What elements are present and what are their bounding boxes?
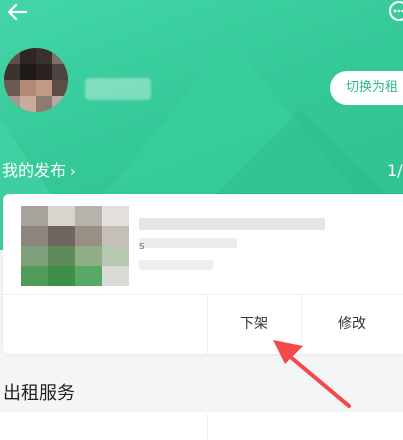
listing-stray-char: s bbox=[139, 239, 145, 252]
listing-title-redacted bbox=[139, 218, 325, 230]
more-options-icon[interactable] bbox=[388, 0, 403, 22]
chevron-right-icon: › bbox=[70, 164, 76, 180]
username-redacted bbox=[85, 78, 151, 100]
my-publications-link[interactable]: 我的发布 › bbox=[2, 160, 76, 183]
listing-card[interactable]: s 下架 修改 bbox=[3, 194, 403, 354]
rental-services-title: 出租服务 bbox=[3, 383, 75, 404]
arrow-left-icon[interactable] bbox=[6, 2, 28, 22]
switch-role-button[interactable]: 切换为租 bbox=[330, 71, 403, 105]
services-grid bbox=[0, 412, 403, 440]
services-divider bbox=[207, 414, 208, 440]
my-publications-title: 我的发布 bbox=[2, 161, 67, 180]
annotation-arrow-icon bbox=[273, 340, 351, 408]
avatar[interactable] bbox=[4, 48, 68, 112]
listing-price-redacted bbox=[139, 260, 213, 270]
listing-detail-redacted bbox=[139, 238, 237, 248]
page-indicator: 1/ bbox=[387, 161, 403, 180]
listing-thumbnail bbox=[21, 206, 129, 286]
